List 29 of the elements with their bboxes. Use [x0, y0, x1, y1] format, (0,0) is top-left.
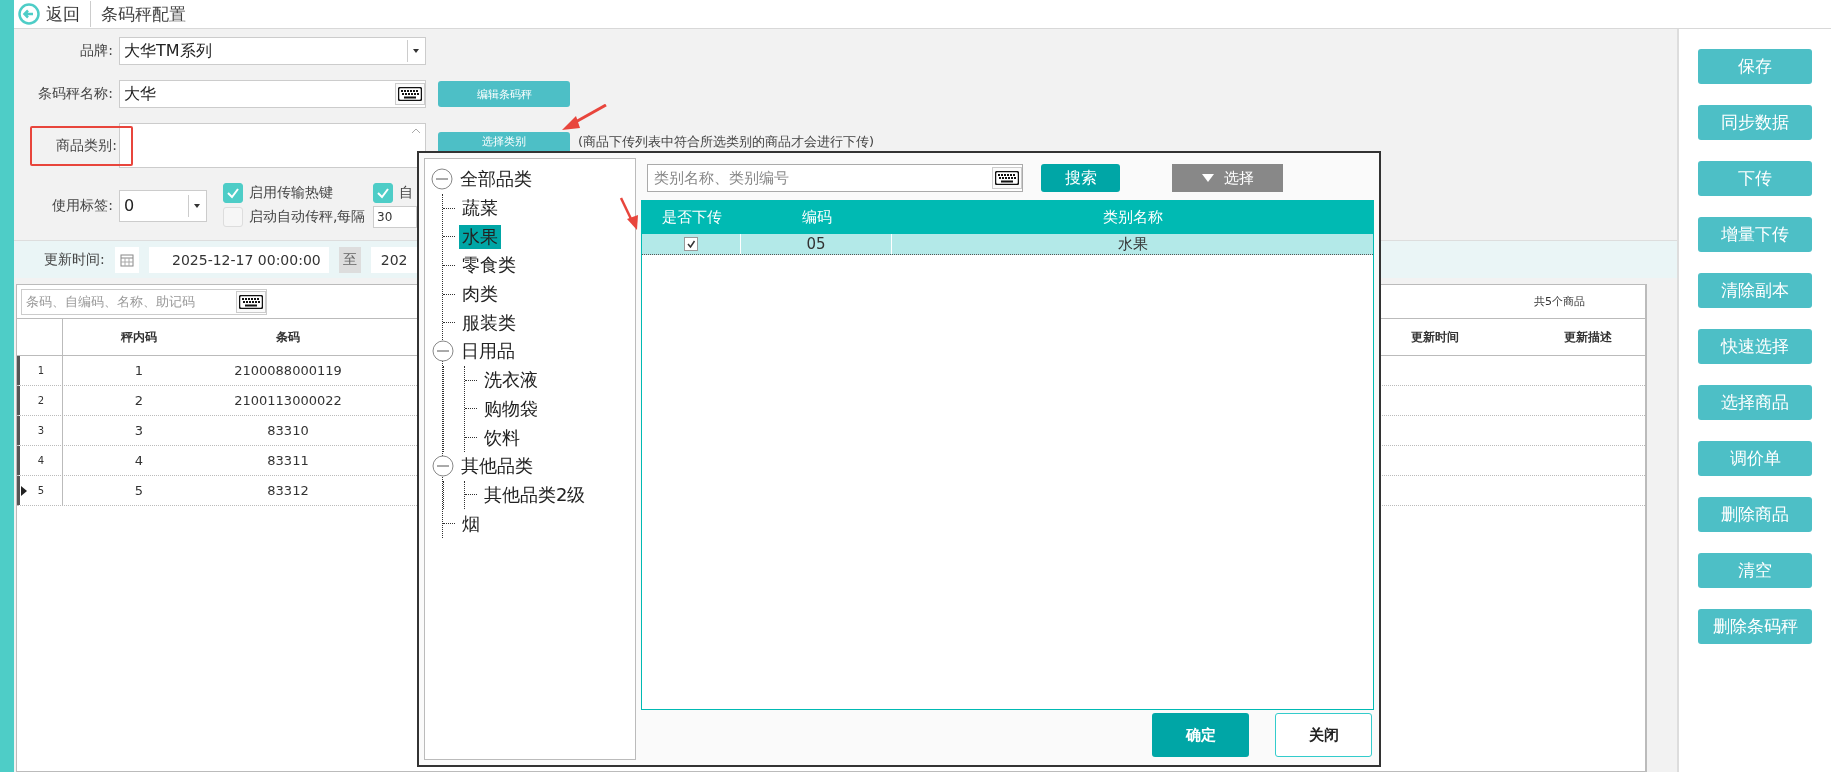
item-count: 共5个商品 [1534, 294, 1585, 309]
field-label: 品牌: [80, 42, 114, 60]
table-cell-text: 4 [133, 453, 145, 468]
table-cell-text: 2100088000119 [233, 363, 343, 378]
table-cell-text: 83310 [266, 423, 310, 438]
field-label: 使用标签: [52, 196, 114, 215]
table-cell-text: 2100113000022 [233, 393, 343, 408]
checkbox-label: 启用传输热键 [249, 184, 333, 202]
field-label: 条码秤名称: [38, 85, 114, 103]
table-cell-text: 水果 [1116, 234, 1149, 254]
page-title: 条码秤配置 [100, 2, 186, 26]
checkbox-label: 启动自动传秤,每隔 [249, 208, 366, 226]
table-cell-text: 5 [133, 483, 145, 498]
table-cell-text: 83312 [266, 483, 310, 498]
table-cell-text: 83311 [266, 453, 310, 468]
filter-label: 更新时间: [44, 250, 105, 269]
table-cell-text: 1 [133, 363, 145, 378]
row-number: 2 [17, 386, 63, 415]
field-label: 商品类别: [30, 125, 133, 166]
row-number: 3 [17, 416, 63, 445]
table-cell-text: 3 [133, 423, 145, 438]
checkbox-label: 自 [399, 184, 413, 202]
row-number: 4 [17, 446, 63, 475]
hint-text: (商品下传列表中符合所选类别的商品才会进行下传) [577, 133, 876, 151]
table-cell-text: 2 [133, 393, 145, 408]
range-separator: 至 [338, 246, 361, 273]
table-cell: 05 [741, 234, 892, 254]
row-number: 1 [17, 356, 63, 385]
row-number: 5 [17, 476, 63, 505]
